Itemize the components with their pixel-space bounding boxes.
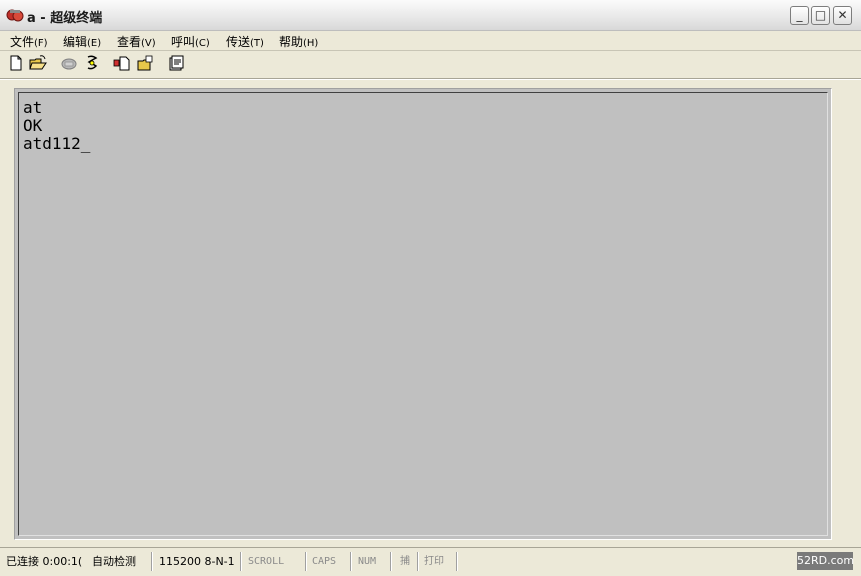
- menu-help-label: 帮助: [279, 35, 304, 49]
- menu-view-label: 查看: [117, 35, 142, 49]
- status-divider: [151, 552, 153, 571]
- status-scroll: SCROLL: [248, 556, 285, 567]
- status-divider: [350, 552, 352, 571]
- status-caps: CAPS: [312, 556, 337, 567]
- send-icon[interactable]: [113, 54, 131, 72]
- status-detect: 自动检测: [92, 555, 136, 568]
- menu-call[interactable]: 呼叫(C): [171, 33, 210, 50]
- menu-edit-label: 编辑: [63, 35, 88, 49]
- status-divider: [456, 552, 458, 571]
- status-print: 打印: [424, 556, 444, 567]
- terminal-line: OK: [23, 116, 43, 135]
- status-divider: [417, 552, 419, 571]
- menu-transfer[interactable]: 传送(T): [226, 33, 264, 50]
- watermark: 52RD.com: [797, 552, 854, 570]
- hyperterminal-app-icon: [6, 9, 24, 22]
- status-divider: [390, 552, 392, 571]
- open-icon[interactable]: [29, 54, 47, 72]
- status-divider: [240, 552, 242, 571]
- hyperterminal-window: a - 超级终端 _ □ ✕ 文件(F) 编辑(E) 查看(V) 呼叫(C) 传…: [0, 0, 861, 576]
- menu-edit[interactable]: 编辑(E): [63, 33, 101, 50]
- menu-file[interactable]: 文件(F): [10, 33, 48, 50]
- receive-icon[interactable]: [137, 54, 155, 72]
- statusbar-separator: [0, 547, 861, 548]
- window-title: a - 超级终端: [27, 11, 103, 26]
- status-num: NUM: [358, 556, 377, 567]
- menu-view[interactable]: 查看(V): [117, 33, 156, 50]
- menu-help-accel: (H): [303, 38, 319, 49]
- menu-view-accel: (V): [141, 38, 156, 49]
- terminal-frame: at OK atd112_: [14, 88, 832, 540]
- menu-transfer-accel: (T): [250, 38, 264, 49]
- status-capture: 捕: [400, 556, 410, 567]
- menu-bar: 文件(F) 编辑(E) 查看(V) 呼叫(C) 传送(T) 帮助(H): [0, 30, 861, 50]
- toolbar: [0, 51, 861, 75]
- menu-transfer-label: 传送: [226, 35, 251, 49]
- menu-help[interactable]: 帮助(H): [279, 33, 318, 50]
- maximize-button[interactable]: □: [811, 6, 830, 25]
- properties-icon[interactable]: [168, 54, 186, 72]
- minimize-button[interactable]: _: [790, 6, 809, 25]
- terminal-screen[interactable]: at OK atd112_: [18, 92, 828, 536]
- menu-call-label: 呼叫: [171, 35, 196, 49]
- status-connection: 已连接 0:00:1(: [6, 555, 83, 568]
- title-bar[interactable]: a - 超级终端 _ □ ✕: [0, 0, 861, 31]
- menu-edit-accel: (E): [87, 38, 102, 49]
- menu-call-accel: (C): [195, 38, 210, 49]
- terminal-line: atd112_: [23, 134, 91, 153]
- menu-file-accel: (F): [34, 38, 48, 49]
- disconnect-icon[interactable]: [83, 54, 101, 72]
- phone-icon[interactable]: [60, 54, 78, 72]
- toolbar-separator-highlight: [0, 79, 861, 80]
- close-button[interactable]: ✕: [833, 6, 852, 25]
- status-divider: [305, 552, 307, 571]
- new-icon[interactable]: [7, 54, 25, 72]
- menu-file-label: 文件: [10, 35, 35, 49]
- status-bar: 已连接 0:00:1( 自动检测 115200 8-N-1 SCROLL CAP…: [0, 549, 861, 576]
- terminal-line: at: [23, 98, 43, 117]
- status-settings: 115200 8-N-1: [159, 555, 235, 568]
